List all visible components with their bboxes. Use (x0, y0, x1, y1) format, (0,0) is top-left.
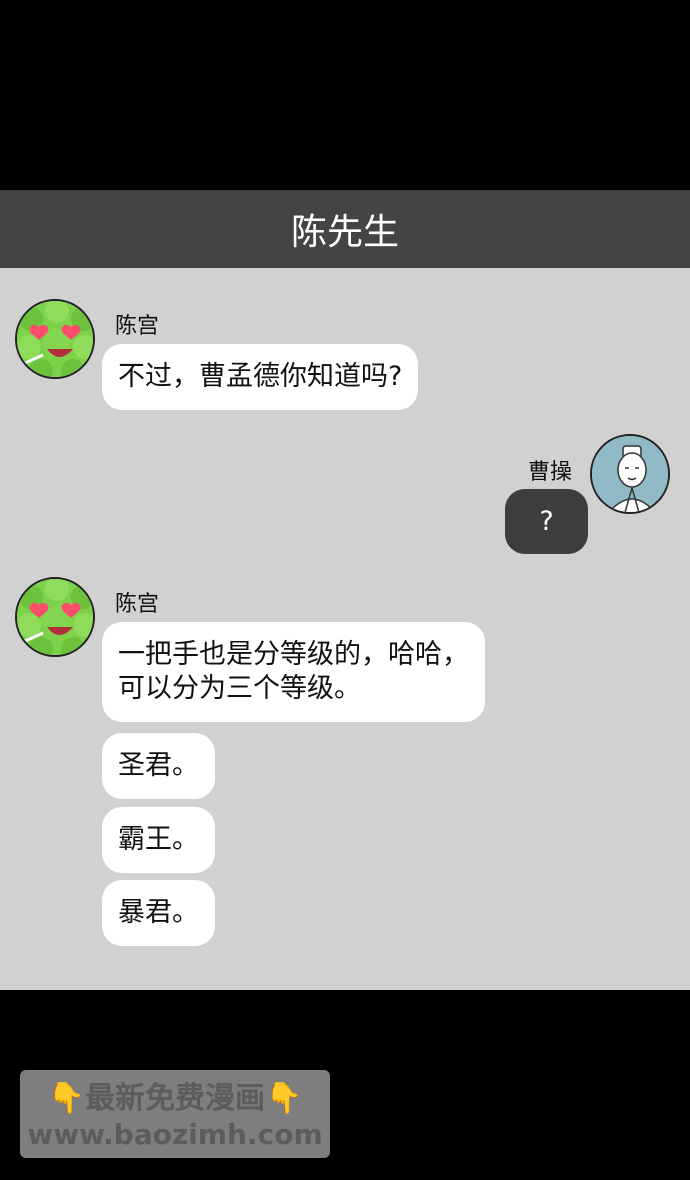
message-bubble[interactable]: 霸王。 (102, 807, 215, 873)
watermark-badge[interactable]: 👇最新免费漫画👇 www.baozimh.com (20, 1070, 330, 1158)
heart-eyes-grape-icon (17, 579, 93, 655)
chat-header: 陈先生 (0, 190, 690, 268)
sender-name: 曹操 (528, 460, 573, 485)
watermark-title: 👇最新免费漫画👇 (47, 1081, 303, 1116)
sender-name: 陈宫 (115, 314, 160, 339)
message-bubble[interactable]: 圣君。 (102, 733, 215, 799)
avatar-chen-gong[interactable] (15, 299, 95, 379)
message-bubble[interactable]: 暴君。 (102, 880, 215, 946)
chat-area[interactable]: 陈宫 不过，曹孟德你知道吗? 曹操 ? 陈宫 一把手也是分等级的，哈哈， 可以分… (0, 268, 690, 990)
pointing-down-hand-icon: 👇 (47, 1081, 85, 1116)
scholar-portrait-icon (592, 436, 668, 512)
avatar-chen-gong[interactable] (15, 577, 95, 657)
chat-title: 陈先生 (290, 212, 399, 253)
watermark-url[interactable]: www.baozimh.com (20, 1118, 330, 1152)
message-bubble[interactable]: 不过，曹孟德你知道吗? (102, 344, 419, 410)
pointing-down-hand-icon: 👇 (265, 1081, 303, 1116)
heart-eyes-grape-icon (17, 301, 93, 377)
avatar-cao-cao[interactable] (590, 434, 670, 514)
sender-name: 陈宫 (115, 592, 160, 617)
message-bubble[interactable]: 一把手也是分等级的，哈哈， 可以分为三个等级。 (102, 622, 485, 722)
message-bubble[interactable]: ? (505, 489, 588, 554)
